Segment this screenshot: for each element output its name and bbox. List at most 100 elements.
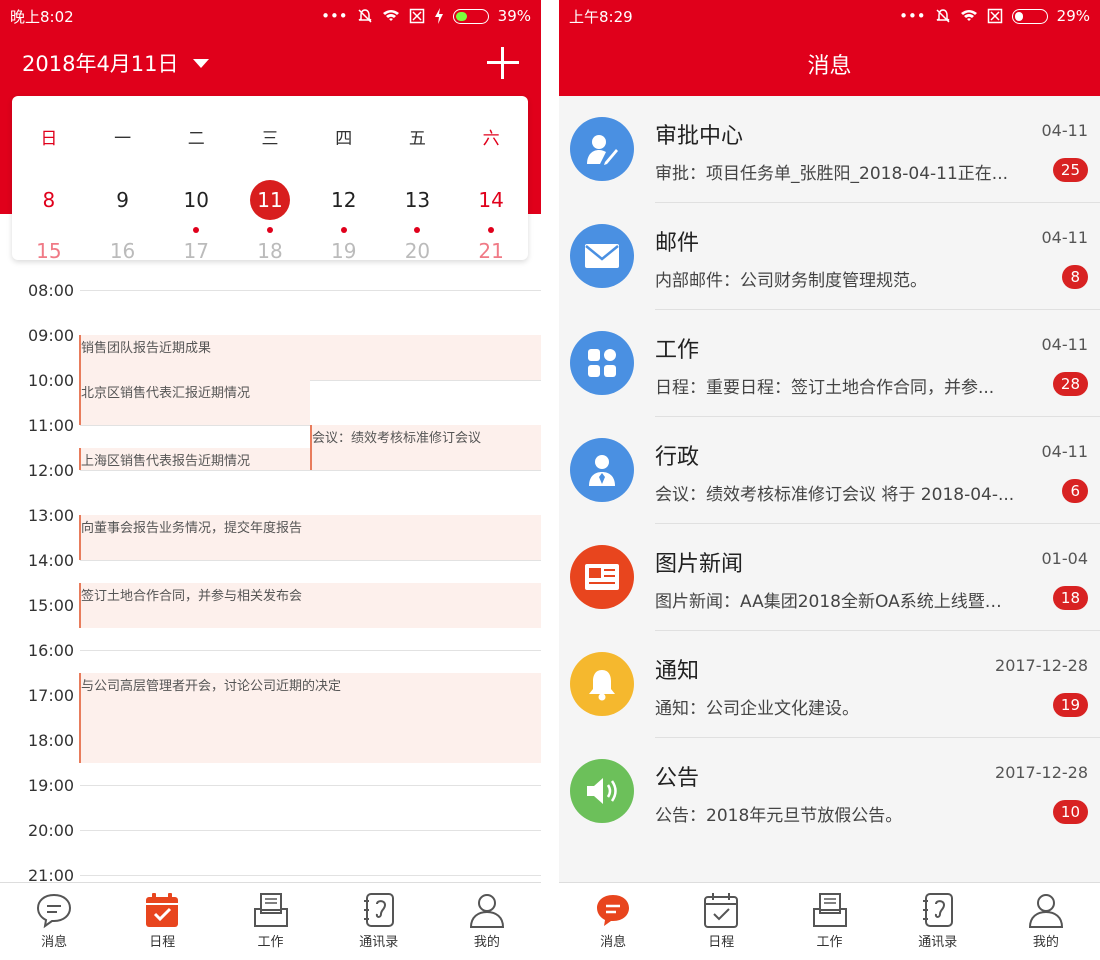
tab-label: 工作 xyxy=(257,935,284,950)
date-cell[interactable]: 12 xyxy=(307,179,381,233)
schedule-event[interactable]: 签订土地合作合同，并参与相关发布会 xyxy=(79,582,541,628)
schedule-event[interactable]: 向董事会报告业务情况，提交年度报告 xyxy=(79,515,541,560)
mail-icon xyxy=(570,224,634,288)
hour-divider xyxy=(80,785,541,786)
message-item[interactable]: 邮件 04-11 内部邮件：公司财务制度管理规范。 8 xyxy=(559,203,1100,310)
hour-slot[interactable]: 20:00 xyxy=(0,821,541,875)
tab-bar: 消息 日程 工作 通讯录 我的 xyxy=(559,882,1100,960)
tab-label: 通讯录 xyxy=(918,935,958,950)
hour-label: 17:00 xyxy=(28,686,75,705)
hour-label: 11:00 xyxy=(28,416,75,435)
hour-slot[interactable]: 19:00 xyxy=(0,776,541,830)
tab-contacts[interactable]: 通讯录 xyxy=(884,883,992,960)
message-item[interactable]: 审批中心 04-11 审批：项目任务单_张胜阳_2018-04-11正在... 25 xyxy=(559,96,1100,203)
message-title: 公告 xyxy=(655,766,700,791)
date-number: 19 xyxy=(330,239,357,260)
message-item[interactable]: 通知 2017-12-28 通知：公司企业文化建设。 19 xyxy=(559,631,1100,738)
calendar-header: 2018年4月11日 xyxy=(0,32,541,94)
tab-work[interactable]: 工作 xyxy=(775,883,883,960)
date-number: 17 xyxy=(183,239,209,260)
tab-schedule[interactable]: 日程 xyxy=(108,883,216,960)
hour-divider xyxy=(80,470,541,471)
date-cell[interactable]: 10 xyxy=(159,179,233,233)
message-item[interactable]: 公告 2017-12-28 公告：2018年元旦节放假公告。 10 xyxy=(559,738,1100,845)
date-cell[interactable]: 11 xyxy=(233,179,307,233)
message-date: 04-11 xyxy=(1041,335,1089,354)
mute-icon xyxy=(936,9,950,23)
mute-icon xyxy=(358,9,372,23)
tab-me[interactable]: 我的 xyxy=(433,883,541,960)
hour-label: 18:00 xyxy=(28,731,75,750)
approval-icon xyxy=(570,117,634,181)
add-icon[interactable] xyxy=(487,47,519,79)
event-dot xyxy=(340,227,347,233)
hour-label: 16:00 xyxy=(28,641,75,660)
message-title: 图片新闻 xyxy=(655,552,744,577)
hour-divider xyxy=(80,560,541,561)
date-number: 15 xyxy=(36,239,62,260)
hour-label: 15:00 xyxy=(28,596,75,615)
tab-messages[interactable]: 消息 xyxy=(0,883,108,960)
message-preview: 日程：重要日程：签订土地合作合同，并参... xyxy=(655,378,995,398)
hour-label: 09:00 xyxy=(28,326,75,345)
day-timeline[interactable]: 08:00 09:00 10:00 11:00 12:00 13:00 14:00 15:00… xyxy=(0,262,541,885)
date-cell[interactable]: 8 xyxy=(12,179,86,221)
date-cell[interactable]: 14 xyxy=(454,179,528,233)
hour-divider xyxy=(80,290,541,291)
tab-label: 消息 xyxy=(600,935,627,950)
message-item[interactable]: 图片新闻 01-04 图片新闻：AA集团2018全新OA系统上线暨全... 18 xyxy=(559,524,1100,631)
tab-label: 我的 xyxy=(473,935,500,950)
message-preview: 内部邮件：公司财务制度管理规范。 xyxy=(655,271,927,291)
page-title: 消息 xyxy=(559,32,1100,96)
weekday-label: 三 xyxy=(261,129,279,149)
date-number: 9 xyxy=(116,188,129,212)
tab-messages[interactable]: 消息 xyxy=(559,883,667,960)
date-cell[interactable]: 9 xyxy=(86,179,160,221)
message-preview: 会议：绩效考核标准修订会议 将于 2018-04-... xyxy=(655,485,1015,505)
tab-me[interactable]: 我的 xyxy=(992,883,1100,960)
date-cell[interactable]: 13 xyxy=(381,179,455,233)
hour-divider xyxy=(80,650,541,651)
event-dot xyxy=(193,227,200,233)
message-preview: 公告：2018年元旦节放假公告。 xyxy=(655,806,903,826)
battery-icon xyxy=(452,8,489,24)
date-number: 16 xyxy=(109,239,136,260)
schedule-event[interactable]: 北京区销售代表汇报近期情况 xyxy=(79,380,310,425)
hour-slot[interactable]: 08:00 xyxy=(0,281,541,335)
hour-label: 20:00 xyxy=(28,821,75,840)
battery-percent: 39% xyxy=(497,7,531,25)
weekday-label: 六 xyxy=(482,129,500,149)
tab-label: 消息 xyxy=(41,935,68,950)
date-number: 21 xyxy=(478,239,504,260)
bell-icon xyxy=(570,652,634,716)
event-dot xyxy=(414,227,421,233)
admin-person-icon xyxy=(570,438,634,502)
weekday-label: 五 xyxy=(408,129,426,149)
grid-icon xyxy=(570,331,634,395)
current-date: 2018年4月11日 xyxy=(22,52,179,76)
message-item[interactable]: 工作 04-11 日程：重要日程：签订土地合作合同，并参... 28 xyxy=(559,310,1100,417)
message-item[interactable]: 行政 04-11 会议：绩效考核标准修订会议 将于 2018-04-... 6 xyxy=(559,417,1100,524)
date-picker[interactable]: 2018年4月11日 xyxy=(22,48,209,78)
schedule-event[interactable]: 上海区销售代表报告近期情况 xyxy=(79,447,310,470)
sim-icon xyxy=(987,8,1002,24)
tab-bar: 消息 日程 工作 通讯录 我的 xyxy=(0,882,541,960)
date-number: 14 xyxy=(478,188,504,212)
hour-slot[interactable]: 12:00 xyxy=(0,461,541,515)
inbox-icon xyxy=(253,893,288,927)
hour-label: 08:00 xyxy=(28,281,75,300)
schedule-event[interactable]: 与公司高层管理者开会，讨论公司近期的决定 xyxy=(79,672,541,763)
status-bar: 晚上8:02 ••• 39% xyxy=(0,0,541,32)
sim-icon xyxy=(409,8,424,24)
more-icon: ••• xyxy=(321,7,348,25)
schedule-event[interactable]: 会议：绩效考核标准修订会议 xyxy=(310,425,541,470)
tab-schedule[interactable]: 日程 xyxy=(667,883,775,960)
schedule-event[interactable]: 销售团队报告近期成果 xyxy=(79,335,541,380)
event-dot xyxy=(488,227,495,233)
status-icons: ••• 29% xyxy=(899,7,1090,25)
tab-work[interactable]: 工作 xyxy=(216,883,324,960)
message-title: 通知 xyxy=(655,659,700,684)
tab-contacts[interactable]: 通讯录 xyxy=(325,883,433,960)
date-number: 13 xyxy=(404,188,431,212)
message-date: 04-11 xyxy=(1041,228,1089,247)
